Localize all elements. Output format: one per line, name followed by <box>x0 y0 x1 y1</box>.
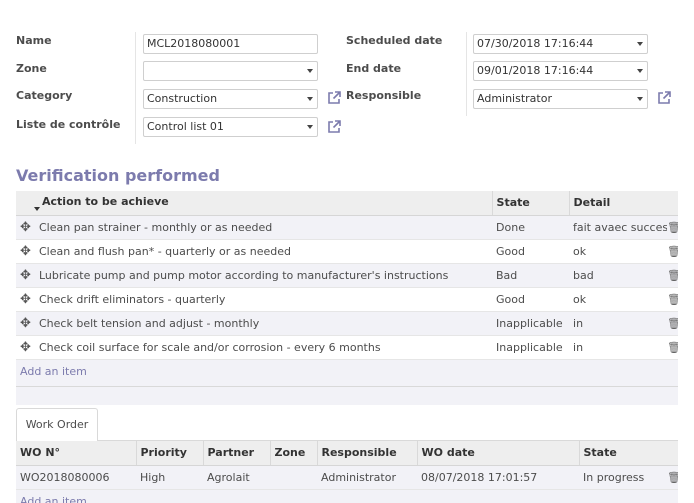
column-header-action[interactable]: Action to be achieve <box>16 191 493 216</box>
scheduled-date-input[interactable]: 07/30/2018 17:16:44 <box>473 34 648 54</box>
detail-cell[interactable]: bad <box>569 262 668 287</box>
column-header-action-label: Action to be achieve <box>42 194 169 208</box>
category-label: Category <box>16 89 73 102</box>
wo-number-cell[interactable]: WO2018080006 <box>16 464 136 489</box>
table-row[interactable]: ✥ Check drift eliminators - quarterly Go… <box>16 286 679 311</box>
category-value: Construction <box>147 92 218 105</box>
table-row[interactable]: ✥ Lubricate pump and pump motor accordin… <box>16 262 679 287</box>
state-cell[interactable]: Good <box>492 286 570 311</box>
drag-handle-icon[interactable]: ✥ <box>16 262 35 287</box>
checklist-label: Liste de contrôle <box>16 118 121 131</box>
drag-handle-icon[interactable]: ✥ <box>16 334 35 359</box>
responsible-cell[interactable]: Administrator <box>317 464 417 489</box>
action-cell[interactable]: Lubricate pump and pump motor according … <box>35 262 493 287</box>
trash-icon[interactable]: 🗑 <box>667 214 679 239</box>
chevron-down-icon <box>307 97 313 101</box>
state-cell[interactable]: Good <box>492 238 570 263</box>
action-cell[interactable]: Clean pan strainer - monthly or as neede… <box>35 214 493 239</box>
zone-cell[interactable] <box>270 464 317 489</box>
verification-section-title: Verification performed <box>16 166 220 185</box>
drag-handle-icon[interactable]: ✥ <box>16 214 35 239</box>
chevron-down-icon <box>637 42 643 46</box>
add-verification-item-link[interactable]: Add an item <box>20 365 87 378</box>
column-header-priority[interactable]: Priority <box>136 441 204 466</box>
name-input[interactable]: MCL2018080001 <box>143 34 318 54</box>
drag-handle-icon[interactable]: ✥ <box>16 238 35 263</box>
category-select[interactable]: Construction <box>143 89 318 109</box>
tab-work-order[interactable]: Work Order <box>16 408 98 441</box>
scheduled-date-label: Scheduled date <box>346 34 443 47</box>
end-date-label: End date <box>346 62 402 75</box>
responsible-select[interactable]: Administrator <box>473 89 648 109</box>
action-cell[interactable]: Check coil surface for scale and/or corr… <box>35 334 493 359</box>
column-header-wo-date[interactable]: WO date <box>417 441 580 466</box>
verification-table: Action to be achieve State Detail ✥ Clea… <box>16 191 679 405</box>
table-row[interactable]: ✥ Clean pan strainer - monthly or as nee… <box>16 214 679 239</box>
form-divider <box>466 32 467 116</box>
action-cell[interactable]: Clean and flush pan* - quarterly or as n… <box>35 238 493 263</box>
external-link-icon[interactable] <box>657 91 671 105</box>
detail-cell[interactable]: ok <box>569 286 668 311</box>
action-cell[interactable]: Check drift eliminators - quarterly <box>35 286 493 311</box>
trash-icon[interactable]: 🗑 <box>667 310 679 335</box>
trash-icon[interactable]: 🗑 <box>667 262 679 287</box>
checklist-value: Control list 01 <box>147 120 224 133</box>
verification-header-row: Action to be achieve State Detail <box>16 191 679 216</box>
chevron-down-icon <box>637 69 643 73</box>
column-header-wo[interactable]: WO N° <box>16 441 137 466</box>
table-row[interactable]: ✥ Check belt tension and adjust - monthl… <box>16 310 679 335</box>
external-link-icon[interactable] <box>327 91 341 105</box>
table-row[interactable]: ✥ Check coil surface for scale and/or co… <box>16 334 679 359</box>
add-work-order-link[interactable]: Add an item <box>20 495 87 503</box>
state-cell[interactable]: Bad <box>492 262 570 287</box>
state-cell[interactable]: In progress <box>579 464 667 489</box>
zone-label: Zone <box>16 62 47 75</box>
column-header-state[interactable]: State <box>492 191 570 216</box>
detail-cell[interactable]: fait avaec succes <box>569 214 668 239</box>
trash-icon[interactable]: 🗑 <box>667 238 679 263</box>
wo-date-cell[interactable]: 08/07/2018 17:01:57 <box>417 464 579 489</box>
state-cell[interactable]: Inapplicable <box>492 310 570 335</box>
checklist-select[interactable]: Control list 01 <box>143 117 318 137</box>
priority-cell[interactable]: High <box>136 464 203 489</box>
drag-handle-icon[interactable]: ✥ <box>16 286 35 311</box>
trash-icon[interactable]: 🗑 <box>667 334 679 359</box>
state-cell[interactable]: Done <box>492 214 570 239</box>
work-order-table: WO N° Priority Partner Zone Responsible … <box>16 441 679 503</box>
chevron-down-icon <box>637 97 643 101</box>
column-header-zone[interactable]: Zone <box>270 441 318 466</box>
table-row[interactable]: WO2018080006 High Agrolait Administrator… <box>16 464 679 489</box>
state-cell[interactable]: Inapplicable <box>492 334 570 359</box>
add-item-row: Add an item <box>16 488 679 503</box>
detail-cell[interactable]: ok <box>569 238 668 263</box>
external-link-icon[interactable] <box>327 120 341 134</box>
column-header-state[interactable]: State <box>579 441 679 466</box>
zone-select[interactable] <box>143 61 318 81</box>
chevron-down-icon <box>307 125 313 129</box>
column-header-responsible[interactable]: Responsible <box>317 441 418 466</box>
end-date-value: 09/01/2018 17:16:44 <box>477 64 594 77</box>
responsible-value: Administrator <box>477 92 552 105</box>
sort-caret-icon <box>34 206 40 211</box>
name-value: MCL2018080001 <box>147 37 241 50</box>
drag-handle-icon[interactable]: ✥ <box>16 310 35 335</box>
trash-icon[interactable]: 🗑 <box>667 286 679 311</box>
trash-icon[interactable]: 🗑 <box>667 464 679 489</box>
name-label: Name <box>16 34 52 47</box>
add-item-row: Add an item <box>16 358 679 383</box>
partner-cell[interactable]: Agrolait <box>203 464 270 489</box>
form-divider <box>135 32 136 144</box>
detail-cell[interactable]: in <box>569 310 668 335</box>
column-header-detail[interactable]: Detail <box>569 191 679 216</box>
responsible-label: Responsible <box>346 89 422 102</box>
table-row[interactable]: ✥ Clean and flush pan* - quarterly or as… <box>16 238 679 263</box>
detail-cell[interactable]: in <box>569 334 668 359</box>
work-order-header-row: WO N° Priority Partner Zone Responsible … <box>16 441 679 466</box>
scheduled-date-value: 07/30/2018 17:16:44 <box>477 37 594 50</box>
action-cell[interactable]: Check belt tension and adjust - monthly <box>35 310 493 335</box>
end-date-input[interactable]: 09/01/2018 17:16:44 <box>473 61 648 81</box>
chevron-down-icon <box>307 69 313 73</box>
section-divider <box>16 386 678 387</box>
column-header-partner[interactable]: Partner <box>203 441 271 466</box>
